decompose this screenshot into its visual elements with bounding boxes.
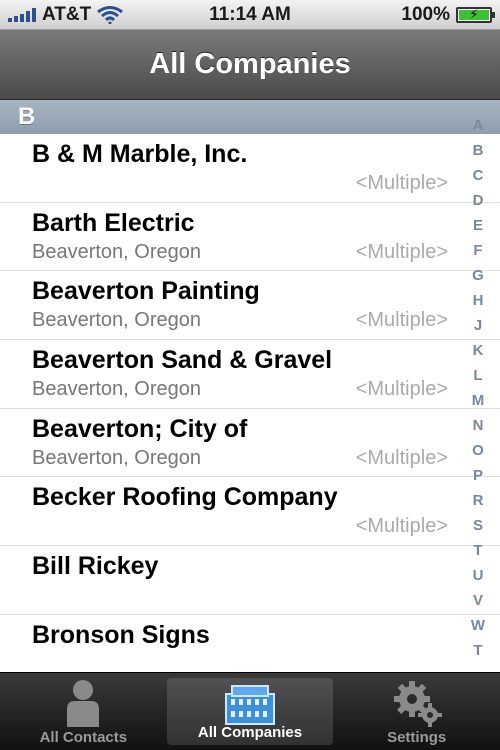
company-location: Beaverton, Oregon: [32, 240, 201, 263]
charging-bolt-icon: ⚡: [469, 5, 479, 22]
index-letter[interactable]: S: [473, 518, 483, 533]
index-letter[interactable]: B: [473, 143, 484, 158]
list-item[interactable]: Beaverton Sand & Gravel Beaverton, Orego…: [0, 340, 500, 409]
section-header: B: [0, 100, 500, 134]
company-name: Barth Electric: [32, 208, 195, 237]
battery-icon: ⚡: [456, 5, 495, 23]
status-time: 11:14 AM: [209, 3, 291, 25]
contact-detail: <Multiple>: [355, 378, 448, 401]
company-location: Beaverton, Oregon: [32, 378, 201, 401]
contact-detail: <Multiple>: [355, 240, 448, 263]
list-item[interactable]: Barth Electric Beaverton, Oregon <Multip…: [0, 203, 500, 272]
gears-icon: [393, 681, 442, 727]
status-bar: AT&T 11:14 AM 100% ⚡: [0, 0, 500, 30]
index-letter[interactable]: H: [473, 293, 484, 308]
index-letter[interactable]: T: [473, 643, 482, 658]
wifi-icon: [97, 5, 124, 24]
tab-label: All Contacts: [39, 729, 128, 746]
index-letter[interactable]: A: [473, 118, 484, 133]
list-item[interactable]: Becker Roofing Company <Multiple>: [0, 477, 500, 547]
index-letter[interactable]: N: [473, 418, 484, 433]
index-letter[interactable]: G: [472, 268, 484, 283]
company-name: Becker Roofing Company: [32, 483, 338, 512]
contact-detail: <Multiple>: [355, 309, 448, 332]
company-name: B & M Marble, Inc.: [32, 140, 248, 168]
index-letter[interactable]: F: [473, 243, 482, 258]
tab-all-contacts[interactable]: All Contacts: [0, 673, 167, 750]
index-letter[interactable]: J: [474, 318, 482, 333]
index-letter[interactable]: C: [473, 168, 484, 183]
tab-all-companies[interactable]: All Companies: [166, 678, 334, 745]
list-item[interactable]: Beaverton Painting Beaverton, Oregon <Mu…: [0, 271, 500, 341]
company-location: Beaverton, Oregon: [32, 309, 201, 332]
list-item[interactable]: Beaverton; City of Beaverton, Oregon <Mu…: [0, 409, 500, 478]
index-letter[interactable]: L: [473, 368, 482, 383]
index-letter[interactable]: P: [473, 468, 483, 483]
signal-icon: [8, 7, 36, 22]
status-left: AT&T: [8, 4, 178, 26]
index-letter[interactable]: U: [473, 568, 484, 583]
index-letter[interactable]: O: [472, 443, 484, 458]
tab-label: Settings: [387, 729, 447, 746]
navigation-bar: All Companies: [0, 30, 500, 100]
index-letter[interactable]: M: [472, 393, 485, 408]
company-name: Bill Rickey: [32, 552, 159, 581]
contact-detail: <Multiple>: [355, 515, 448, 538]
building-icon: [225, 685, 275, 725]
list-item[interactable]: B & M Marble, Inc. <Multiple>: [0, 134, 500, 203]
status-right: 100% ⚡: [322, 3, 495, 26]
company-name: Beaverton Sand & Gravel: [32, 346, 333, 375]
company-name: Beaverton Painting: [32, 277, 260, 306]
company-name: Bronson Signs: [32, 620, 210, 649]
index-letter[interactable]: W: [471, 618, 485, 633]
index-letter[interactable]: D: [473, 193, 484, 208]
index-letter[interactable]: T: [473, 543, 482, 558]
list-item[interactable]: Bill Rickey: [0, 546, 500, 615]
contact-detail: <Multiple>: [355, 172, 448, 194]
index-letter[interactable]: K: [473, 343, 484, 358]
battery-percent: 100%: [401, 3, 450, 25]
carrier-label: AT&T: [42, 3, 92, 25]
index-letter[interactable]: R: [473, 493, 484, 508]
index-letter[interactable]: V: [473, 593, 483, 608]
contact-detail: <Multiple>: [355, 446, 448, 469]
tab-bar: All Contacts All Companies Settings: [0, 672, 500, 750]
person-icon: [67, 680, 100, 727]
index-letter[interactable]: E: [473, 218, 483, 233]
alphabet-index[interactable]: A B C D E F G H J K L M N O P R S T U V …: [466, 118, 490, 658]
tab-settings[interactable]: Settings: [333, 673, 500, 750]
tab-label: All Companies: [197, 724, 303, 741]
company-name: Beaverton; City of: [32, 414, 248, 443]
page-title: All Companies: [149, 48, 351, 80]
company-list: B & M Marble, Inc. <Multiple> Barth Elec…: [0, 134, 500, 684]
company-location: Beaverton, Oregon: [32, 446, 201, 469]
